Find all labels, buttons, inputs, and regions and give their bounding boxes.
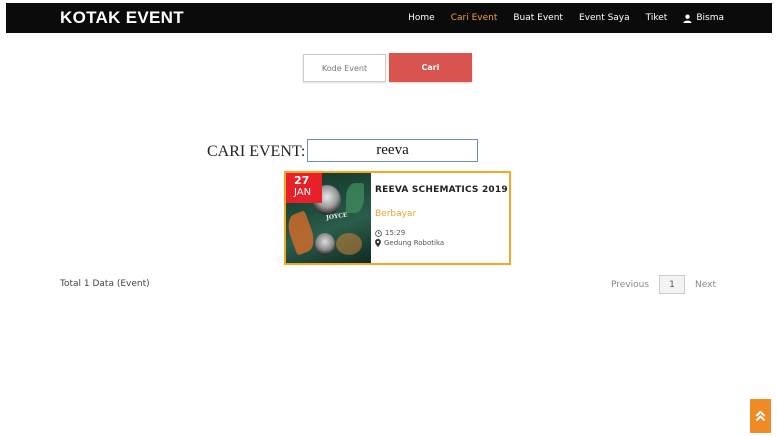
- scroll-top-button[interactable]: [750, 399, 771, 433]
- poster-text: JOYCE: [325, 211, 348, 222]
- event-type: Berbayar: [375, 209, 417, 219]
- event-time: 15:29: [375, 229, 405, 237]
- nav-item-tiket[interactable]: Tiket: [646, 13, 668, 23]
- nav-menu: Home Cari Event Buat Event Event Saya Ti…: [408, 3, 772, 33]
- brand-logo[interactable]: KOTAK EVENT: [60, 8, 184, 28]
- event-location: Gedung Robotika: [375, 239, 444, 247]
- search-input[interactable]: [307, 139, 478, 162]
- nav-user-menu[interactable]: Bisma: [683, 13, 724, 23]
- pagination: Previous 1 Next: [611, 275, 716, 294]
- event-location-text: Gedung Robotika: [384, 239, 445, 247]
- event-poster-image: JOYCE 27 JAN: [286, 173, 371, 263]
- navbar: KOTAK EVENT Home Cari Event Buat Event E…: [6, 3, 772, 33]
- map-marker-icon: [375, 239, 381, 247]
- event-card[interactable]: JOYCE 27 JAN REEVA SCHEMATICS 2019 Berba…: [284, 171, 511, 265]
- double-chevron-up-icon: [755, 410, 766, 422]
- user-icon: [683, 14, 692, 23]
- user-name: Bisma: [696, 13, 724, 23]
- cari-button[interactable]: Cari: [389, 53, 472, 82]
- date-month: JAN: [294, 187, 312, 198]
- nav-item-home[interactable]: Home: [408, 13, 435, 23]
- nav-item-buat-event[interactable]: Buat Event: [513, 13, 563, 23]
- nav-item-cari-event[interactable]: Cari Event: [451, 13, 498, 23]
- date-day: 27: [294, 174, 310, 187]
- pagination-previous[interactable]: Previous: [611, 280, 649, 290]
- nav-item-event-saya[interactable]: Event Saya: [579, 13, 630, 23]
- kode-event-button[interactable]: Kode Event: [303, 54, 386, 82]
- event-title: REEVA SCHEMATICS 2019: [375, 185, 508, 195]
- pagination-page-1[interactable]: 1: [659, 275, 686, 294]
- search-label: CARI EVENT:: [207, 143, 306, 160]
- clock-icon: [375, 229, 382, 237]
- date-badge: 27 JAN: [286, 173, 322, 203]
- event-time-text: 15:29: [385, 229, 406, 237]
- pagination-next[interactable]: Next: [695, 280, 716, 290]
- total-data-text: Total 1 Data (Event): [60, 279, 150, 289]
